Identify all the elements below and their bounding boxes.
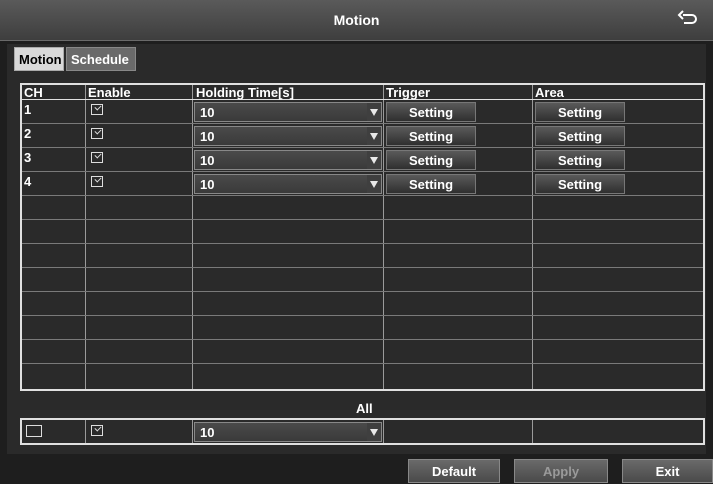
select-all-checkbox[interactable] [26,425,42,437]
channel-number: 1 [24,102,32,117]
area-setting-button[interactable]: Setting [535,174,625,194]
area-setting-button[interactable]: Setting [535,150,625,170]
holding-time-value: 10 [200,105,215,120]
holding-time-value: 10 [200,129,215,144]
channel-number: 2 [24,126,32,141]
dropdown-arrow-icon [367,151,381,169]
column-header-enable: Enable [88,85,131,100]
enable-checkbox[interactable] [91,152,103,163]
holding-time-select[interactable]: 10 [194,174,382,194]
default-button[interactable]: Default [408,459,500,483]
enable-checkbox[interactable] [91,104,103,115]
dropdown-arrow-icon [367,423,381,441]
enable-all-checkbox[interactable] [91,425,103,436]
column-header-ch: CH [24,85,43,100]
trigger-setting-button[interactable]: Setting [386,150,476,170]
holding-time-select[interactable]: 10 [194,126,382,146]
trigger-setting-button[interactable]: Setting [386,174,476,194]
apply-button[interactable]: Apply [514,459,608,483]
all-channels-row: 10 [20,418,705,445]
holding-time-value: 10 [200,153,215,168]
tab-schedule[interactable]: Schedule [66,47,136,71]
channel-number: 4 [24,174,32,189]
holding-time-select[interactable]: 10 [194,102,382,122]
tab-motion[interactable]: Motion [14,47,64,71]
enable-checkbox[interactable] [91,176,103,187]
trigger-setting-button[interactable]: Setting [386,102,476,122]
column-header-area: Area [535,85,564,100]
area-setting-button[interactable]: Setting [535,126,625,146]
dropdown-arrow-icon [367,127,381,145]
holding-time-value: 10 [200,177,215,192]
column-header-holding-time: Holding Time[s] [196,85,294,100]
all-holding-time-select[interactable]: 10 [194,422,382,442]
holding-time-select[interactable]: 10 [194,150,382,170]
exit-button[interactable]: Exit [622,459,713,483]
all-label: All [356,401,373,416]
dropdown-arrow-icon [367,175,381,193]
column-header-trigger: Trigger [386,85,431,100]
enable-checkbox[interactable] [91,128,103,139]
dropdown-arrow-icon [367,103,381,121]
channel-table: CH Enable Holding Time[s] Trigger Area 1… [20,83,705,391]
return-arrow-icon[interactable] [677,10,699,30]
trigger-setting-button[interactable]: Setting [386,126,476,146]
page-title: Motion [333,12,380,28]
channel-number: 3 [24,150,32,165]
area-setting-button[interactable]: Setting [535,102,625,122]
title-bar: Motion [0,0,713,41]
all-holding-time-value: 10 [200,425,215,440]
